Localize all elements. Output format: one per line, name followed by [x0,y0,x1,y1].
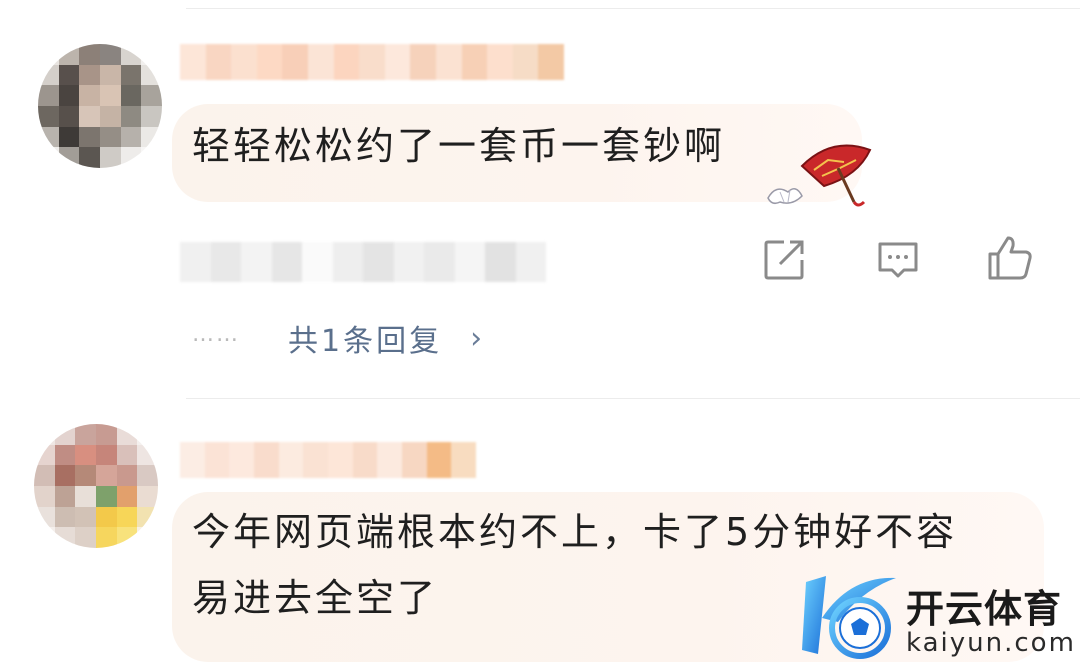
comment-divider [186,398,1080,399]
watermark-title: 开云体育 [906,587,1063,631]
comment-icon[interactable] [874,236,922,284]
avatar[interactable] [34,424,158,548]
share-icon[interactable] [760,236,808,284]
reply-dots: …… [192,322,240,347]
comment-text: 轻轻松松约了一套币一套钞啊 [192,124,726,168]
thumbs-up-icon[interactable] [986,234,1034,282]
reply-count-label: 共1条回复 [288,324,443,359]
red-umbrella-sticker [762,136,874,212]
watermark-subtitle: kaiyun.com [906,628,1076,658]
comment-meta-blurred [180,242,546,282]
k-soccer-logo [802,576,896,659]
username-blurred[interactable] [180,442,477,478]
comment-text-line-1: 今年网页端根本约不上，卡了5分钟好不容 [192,510,958,554]
top-divider [186,8,1080,9]
username-blurred[interactable] [180,44,564,80]
watermark: 开云体育 kaiyun.com [800,570,1074,665]
chevron-right-icon: › [470,320,486,356]
view-replies-link[interactable]: 共1条回复 › [288,316,485,360]
comment-text-line-2: 易进去全空了 [192,576,439,620]
avatar[interactable] [38,44,162,168]
